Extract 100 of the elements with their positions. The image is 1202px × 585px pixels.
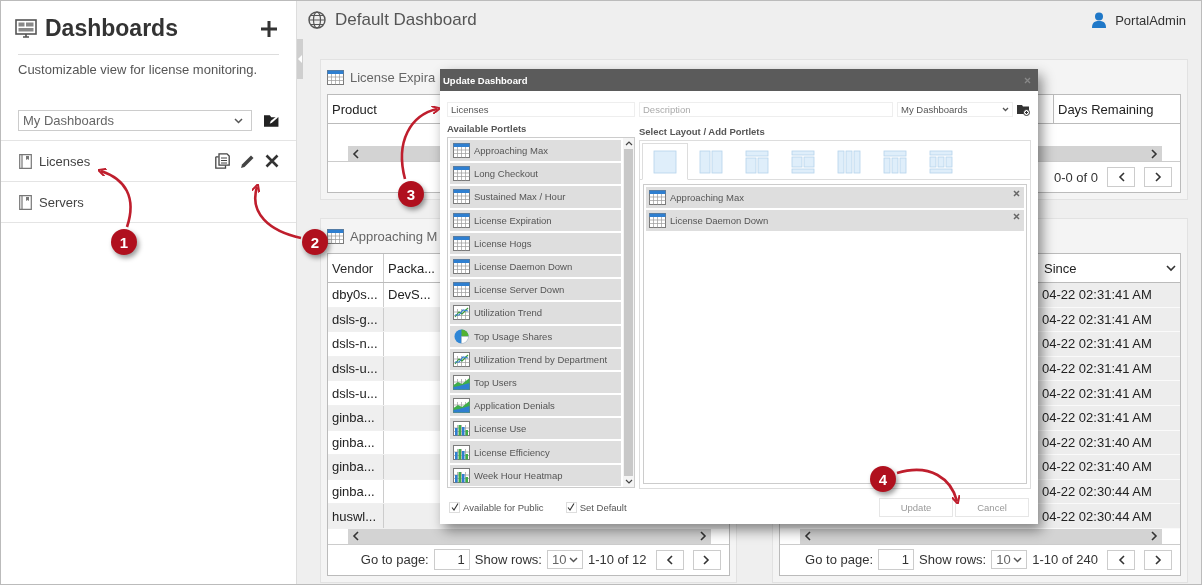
checkbox[interactable] xyxy=(449,501,460,513)
page-input[interactable]: 1 xyxy=(878,549,914,571)
chevron-right-icon xyxy=(1154,554,1162,565)
remove-icon[interactable] xyxy=(1013,213,1020,220)
table-icon xyxy=(649,213,666,228)
chevron-down-icon xyxy=(624,479,633,484)
vertical-scrollbar[interactable] xyxy=(623,138,634,487)
portlet-title: Approaching M xyxy=(350,228,438,244)
chevron-left-icon xyxy=(803,531,811,542)
layout-icon xyxy=(791,149,815,174)
table-cell-text: huswl... xyxy=(331,507,378,526)
dashboard-item[interactable]: Servers xyxy=(39,194,84,210)
table-cell-text: 04-22 02:31:41 AM xyxy=(1041,286,1153,305)
caret-icon xyxy=(568,556,578,563)
next-page-button[interactable] xyxy=(692,549,721,570)
caret-icon xyxy=(1013,556,1023,563)
annotation-arrow xyxy=(251,183,302,240)
table-cell-text: 04-22 02:30:44 AM xyxy=(1041,507,1153,526)
pencil-icon[interactable] xyxy=(240,153,255,169)
table-cell-text: ginba... xyxy=(331,483,376,502)
portlet-item[interactable]: Top Usage Shares xyxy=(450,325,621,347)
globe-icon xyxy=(308,11,326,29)
portlet-item[interactable]: License Server Down xyxy=(450,279,621,301)
dialog-button[interactable]: Update xyxy=(879,497,953,517)
table-icon xyxy=(453,189,470,205)
portlet-item[interactable]: License Daemon Down xyxy=(450,255,621,278)
added-portlet[interactable]: License Daemon Down xyxy=(646,210,1024,231)
portlet-item[interactable]: Sustained Max / Hour xyxy=(450,186,621,208)
layout-icon xyxy=(699,149,723,174)
description-field[interactable]: Description xyxy=(639,102,893,117)
close-icon[interactable] xyxy=(265,154,279,168)
next-page-button[interactable] xyxy=(1144,549,1172,570)
chevron-left-icon xyxy=(1117,554,1125,565)
rows-select[interactable]: 10 xyxy=(546,550,583,570)
column-header[interactable]: Vendor xyxy=(328,254,383,282)
portlet-item[interactable]: Utilization Trend by Department xyxy=(450,348,621,370)
folder-add-icon[interactable] xyxy=(1017,103,1030,116)
table-icon xyxy=(649,190,666,205)
page-range: 1-10 of 12 xyxy=(587,552,647,568)
name-field[interactable]: Licenses xyxy=(447,102,635,117)
sidebar-description: Customizable view for license monitoring. xyxy=(17,61,259,77)
copy-icon[interactable] xyxy=(215,153,230,169)
table-cell-text: ginba... xyxy=(331,409,376,428)
area-chart-icon xyxy=(453,398,470,414)
checkmark-icon xyxy=(567,503,576,511)
table-icon xyxy=(453,259,470,275)
caret-icon xyxy=(233,117,243,124)
remove-icon[interactable] xyxy=(1013,190,1020,197)
caret-icon xyxy=(1002,107,1009,112)
portlet-item[interactable]: License Hogs xyxy=(450,232,621,254)
section-label: Select Layout / Add Portlets xyxy=(639,125,766,139)
chevron-left-icon xyxy=(352,148,359,159)
chevron-left-icon xyxy=(666,554,673,565)
column-header[interactable]: Product xyxy=(328,95,381,123)
document-icon xyxy=(19,153,32,169)
chevron-right-icon xyxy=(1151,531,1158,542)
chevron-left-icon xyxy=(1117,172,1125,182)
added-portlet[interactable]: Approaching Max xyxy=(646,187,1024,208)
checkbox[interactable] xyxy=(565,501,577,513)
user-name[interactable]: PortalAdmin xyxy=(1115,12,1186,28)
previous-page-button[interactable] xyxy=(1107,167,1135,187)
page-input[interactable]: 1 xyxy=(433,549,470,571)
portlet-item[interactable]: Application Denials xyxy=(450,395,621,417)
portlet-item[interactable]: License Use xyxy=(450,418,621,440)
column-header[interactable]: Days Remaining xyxy=(1053,95,1180,123)
portlet-item[interactable]: Utilization Trend xyxy=(450,302,621,324)
portlet-item[interactable]: License Efficiency xyxy=(450,441,621,463)
table-cell-text: 04-22 02:30:44 AM xyxy=(1041,483,1153,502)
checkmark-icon xyxy=(450,503,459,511)
folder-edit-icon[interactable] xyxy=(263,114,279,127)
table-cell-text: 04-22 02:31:41 AM xyxy=(1041,409,1153,428)
previous-page-button[interactable] xyxy=(655,549,684,570)
column-header[interactable]: Since xyxy=(1040,254,1180,282)
dialog-button[interactable]: Cancel xyxy=(955,497,1029,517)
bar-chart-icon xyxy=(453,467,470,483)
table-cell-text: 04-22 02:31:41 AM xyxy=(1041,384,1153,403)
table-cell-text: dsls-u... xyxy=(331,384,379,403)
portlet-item[interactable]: License Expiration xyxy=(450,209,621,231)
user-icon xyxy=(1092,12,1107,28)
group-select[interactable]: My Dashboards xyxy=(897,102,1013,117)
collapse-handle[interactable] xyxy=(297,39,303,79)
table-cell-text: dby0s... xyxy=(331,286,379,305)
portlet-item[interactable]: Approaching Max xyxy=(450,140,621,162)
dashboard-group-select[interactable]: My Dashboards xyxy=(18,110,252,131)
sidebar-title: Dashboards xyxy=(45,15,178,42)
portlet-item[interactable]: Long Checkout xyxy=(450,163,621,185)
collapse-arrow-icon xyxy=(298,55,302,63)
rows-select[interactable]: 10 xyxy=(991,550,1028,570)
chevron-right-icon xyxy=(703,554,710,565)
go-to-page-label: Go to page: xyxy=(805,552,873,568)
previous-page-button[interactable] xyxy=(1107,549,1135,570)
layout-icon xyxy=(883,149,907,174)
add-button[interactable] xyxy=(259,18,279,39)
dashboard-item[interactable]: Licenses xyxy=(39,153,91,169)
page-range: 1-10 of 240 xyxy=(1032,552,1098,568)
table-cell-text: ginba... xyxy=(331,433,376,452)
portlet-item[interactable]: Week Hour Heatmap xyxy=(450,464,621,486)
table-icon xyxy=(453,143,470,159)
portlet-item[interactable]: Top Users xyxy=(450,371,621,394)
next-page-button[interactable] xyxy=(1144,167,1172,187)
